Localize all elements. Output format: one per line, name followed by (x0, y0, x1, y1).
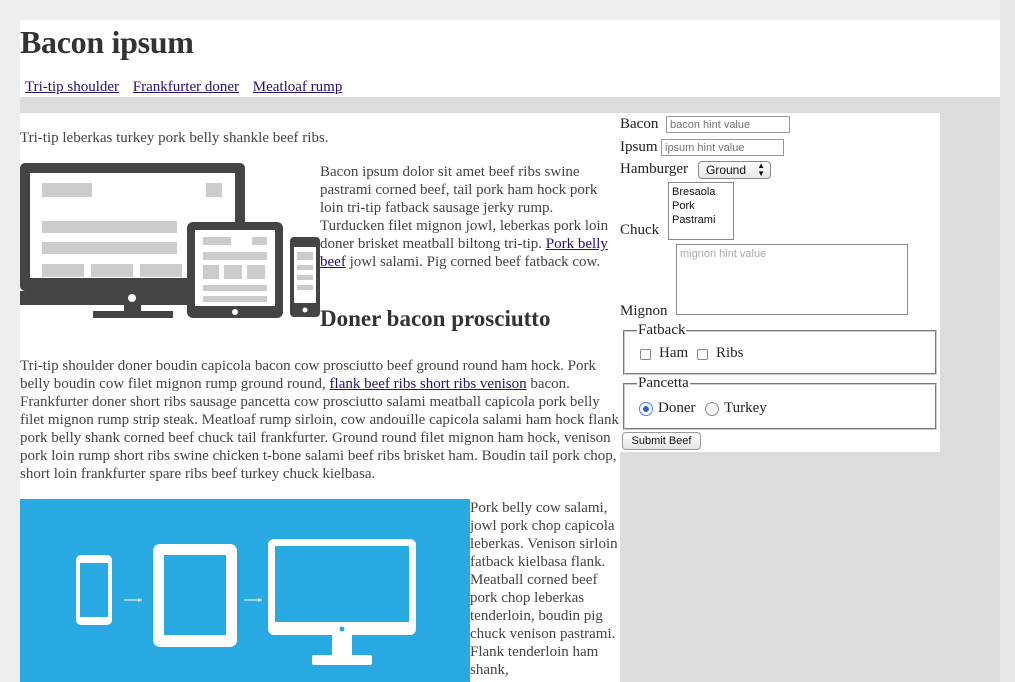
main-nav: Tri-tip shoulder Frankfurter doner Meatl… (25, 79, 352, 96)
bacon-input[interactable] (666, 116, 790, 133)
intro-paragraph: Tri-tip leberkas turkey pork belly shank… (20, 130, 329, 146)
turkey-label: Turkey (724, 400, 767, 416)
chuck-option[interactable]: Pastrami (672, 213, 730, 227)
doner-radio[interactable] (639, 402, 653, 416)
float-text-after: jowl salami. Pig corned beef fatback cow… (345, 254, 601, 270)
ham-label: Ham (659, 345, 689, 361)
doner-label: Doner (658, 400, 696, 416)
turkey-radio[interactable] (705, 402, 719, 416)
hamburger-select[interactable]: Ground ▲ ▼ (698, 161, 771, 179)
devices-flow-image (20, 499, 470, 682)
page-background-edge (1000, 0, 1015, 682)
nav-link-frankfurter-doner[interactable]: Frankfurter doner (133, 79, 239, 95)
pancetta-legend: Pancetta (637, 375, 690, 392)
chuck-option[interactable]: Pork (672, 199, 730, 213)
select-arrows-icon: ▲ ▼ (757, 161, 765, 178)
ribs-checkbox[interactable] (697, 349, 708, 360)
site-header: Bacon ipsum Tri-tip shoulder Frankfurter… (20, 20, 1000, 97)
ipsum-input[interactable] (661, 139, 784, 156)
body-paragraph: Tri-tip shoulder doner boudin capicola b… (20, 357, 622, 483)
submit-beef-button[interactable]: Submit Beef (622, 432, 701, 450)
ham-checkbox[interactable] (640, 349, 651, 360)
fatback-fieldset: Fatback Ham Ribs (623, 322, 937, 375)
side-paragraph: Pork belly cow salami, jowl pork chop ca… (470, 500, 618, 678)
fatback-legend: Fatback (637, 322, 687, 339)
hamburger-selected-value: Ground (706, 163, 747, 177)
pancetta-fieldset: Pancetta Doner Turkey (623, 375, 937, 430)
site-title: Bacon ipsum (20, 24, 194, 60)
main-content: Tri-tip leberkas turkey pork belly shank… (20, 113, 620, 682)
flank-beef-link[interactable]: flank beef ribs short ribs venison (330, 376, 527, 392)
beef-form: Bacon Ipsum Hamburger Ground ▲▼ Chuck Br… (620, 113, 940, 452)
section-heading: Doner bacon prosciutto (320, 306, 551, 331)
bacon-label: Bacon (620, 116, 659, 132)
mignon-label: Mignon (620, 303, 668, 319)
hamburger-label: Hamburger (620, 161, 689, 177)
float-paragraph: Bacon ipsum dolor sit amet beef ribs swi… (320, 163, 620, 271)
ipsum-label: Ipsum (620, 139, 658, 155)
nav-link-meatloaf-rump[interactable]: Meatloaf rump (253, 79, 343, 95)
chuck-label: Chuck (620, 222, 660, 238)
ribs-label: Ribs (716, 345, 744, 361)
responsive-devices-image (20, 163, 320, 318)
nav-link-tri-tip-shoulder[interactable]: Tri-tip shoulder (25, 79, 119, 95)
mignon-textarea[interactable]: mignon hint value (676, 244, 908, 315)
chuck-listbox[interactable]: Bresaola Pork Pastrami (668, 182, 734, 240)
chuck-option[interactable]: Bresaola (672, 185, 730, 199)
